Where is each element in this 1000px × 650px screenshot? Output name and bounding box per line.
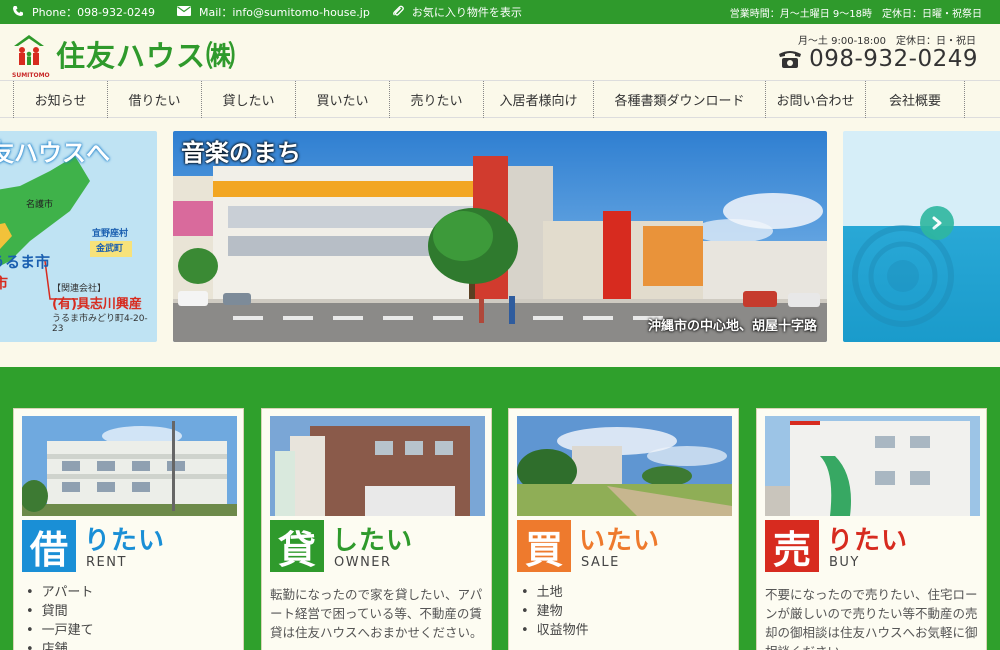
list-item[interactable]: 一戸建て [26, 621, 94, 640]
nav-label: 借りたい [128, 94, 181, 109]
nav-item-rent[interactable]: 借りたい [107, 81, 201, 118]
header-phone-number: 098-932-0249 [809, 46, 978, 72]
card-list: 土地 建物 収益物件 [521, 583, 589, 640]
card-kanji: 買 [517, 520, 571, 572]
paperclip-icon [392, 5, 404, 20]
nav-label: 買いたい [316, 94, 369, 109]
nav-label: お知らせ [34, 94, 87, 109]
nav-item-contact[interactable]: お問い合わせ [765, 81, 865, 118]
card-english-label: SALE [581, 555, 620, 570]
nav-label: 売りたい [410, 94, 463, 109]
nav-item-buy[interactable]: 買いたい [295, 81, 389, 118]
list-item[interactable]: 収益物件 [521, 621, 589, 640]
map-heading: 友ハウスへ [0, 139, 110, 167]
card-kana: したい [332, 526, 414, 556]
map-city-2: 市 [0, 276, 8, 292]
card-description: 不要になったので売りたい、住宅ローンが厳しいので売りたい等不動産の売却の御相談は… [765, 587, 978, 650]
topbar-closed: 定休日：日曜・祝祭日 [882, 8, 982, 20]
card-kanji: 売 [765, 520, 819, 572]
card-rent[interactable]: 借 りたい RENT アパート 貸間 一戸建て 店舗 [13, 408, 244, 650]
card-sale[interactable]: 買 いたい SALE 土地 建物 収益物件 [508, 408, 739, 650]
phone-icon [12, 5, 24, 20]
card-kanji: 借 [22, 520, 76, 572]
card-kana: りたい [84, 526, 166, 556]
slide-caption: 沖縄市の中心地、胡屋十字路 [647, 319, 817, 334]
topbar-mail[interactable]: Mail：info@sumitomo-house.jp [177, 4, 370, 20]
slide-main[interactable]: 音楽のまち 沖縄市の中心地、胡屋十字路 [173, 131, 827, 342]
topbar-phone[interactable]: Phone：098-932-0249 [12, 4, 155, 20]
card-owner[interactable]: 貸 したい OWNER 転勤になったので家を貸したい、アパート経営で困っている等… [261, 408, 492, 650]
card-kana: りたい [827, 526, 909, 556]
site-header: SUMITOMO 住友ハウス㈱ 月～土 9:00-18:00 定休日：日・祝日 … [0, 24, 1000, 80]
service-cards-section: 借 りたい RENT アパート 貸間 一戸建て 店舗 貸 したい OWNER 転… [0, 367, 1000, 650]
list-item[interactable]: 店舗 [26, 640, 94, 650]
topbar-mail-text: Mail：info@sumitomo-house.jp [199, 6, 370, 19]
topbar-phone-text: Phone：098-932-0249 [32, 6, 155, 19]
nav-item-residents[interactable]: 入居者様向け [483, 81, 593, 118]
card-list: アパート 貸間 一戸建て 店舗 [26, 583, 94, 650]
card-description: 転勤になったので家を貸したい、アパート経営で困っている等、不動産の賃貸は住友ハウ… [270, 587, 483, 640]
topbar-favorites[interactable]: お気に入り物件を表示 [392, 4, 522, 20]
related-company: (有)具志川興産 [52, 297, 142, 312]
nav-label: 貸したい [222, 94, 275, 109]
slide-map[interactable]: 友ハウスへ 名護市 宜野座村 金武町 うるま市 市 【関連会社】 (有)具志川興… [0, 131, 157, 342]
nav-item-lend[interactable]: 貸したい [201, 81, 295, 118]
chevron-right-icon [930, 211, 944, 235]
top-info-bar: Phone：098-932-0249 Mail：info@sumitomo-ho… [0, 0, 1000, 24]
topbar-favorites-text: お気に入り物件を表示 [411, 6, 522, 19]
card-kanji: 貸 [270, 520, 324, 572]
related-address: うるま市みどり町4-20-23 [52, 314, 148, 334]
card-photo [270, 416, 485, 516]
main-navigation: お知らせ 借りたい 貸したい 買いたい 売りたい 入居者様向け 各種書類ダウンロ… [0, 80, 1000, 118]
nav-item-sell[interactable]: 売りたい [389, 81, 483, 118]
nav-item-downloads[interactable]: 各種書類ダウンロード [593, 81, 765, 118]
list-item[interactable]: 貸間 [26, 602, 94, 621]
logo-subtitle: SUMITOMO [12, 72, 50, 79]
slider-next-button[interactable] [920, 206, 954, 240]
nav-label: 入居者様向け [499, 94, 578, 109]
nav-item-news[interactable]: お知らせ [13, 81, 107, 118]
list-item[interactable]: アパート [26, 583, 94, 602]
slide-title: 音楽のまち [181, 139, 301, 167]
map-city: うるま市 [0, 253, 51, 271]
card-english-label: RENT [86, 555, 127, 570]
card-photo [765, 416, 980, 516]
nav-label: お問い合わせ [776, 94, 855, 109]
nav-label: 会社概要 [888, 94, 941, 109]
card-buy[interactable]: 売 りたい BUY 不要になったので売りたい、住宅ローンが厳しいので売りたい等不… [756, 408, 987, 650]
image-slider[interactable]: 友ハウスへ 名護市 宜野座村 金武町 うるま市 市 【関連会社】 (有)具志川興… [0, 118, 1000, 367]
map-label: 名護市 [26, 200, 54, 210]
card-photo [517, 416, 732, 516]
list-item[interactable]: 土地 [521, 583, 589, 602]
company-logo-icon[interactable] [12, 32, 46, 72]
card-english-label: OWNER [334, 555, 392, 570]
telephone-icon [777, 48, 803, 70]
mail-icon [177, 5, 191, 19]
map-label: 宜野座村 [92, 229, 129, 239]
nav-item-company[interactable]: 会社概要 [865, 81, 965, 118]
header-hours: 月～土 9:00-18:00 定休日：日・祝日 [797, 36, 976, 47]
nav-label: 各種書類ダウンロード [614, 94, 745, 109]
list-item[interactable]: 建物 [521, 602, 589, 621]
topbar-hours: 営業時間：月～土曜日 9～18時 [729, 8, 872, 20]
map-label: 金武町 [96, 244, 124, 254]
card-kana: いたい [579, 526, 661, 556]
header-phone[interactable]: 098-932-0249 [777, 46, 978, 72]
company-name[interactable]: 住友ハウス㈱ [56, 33, 236, 75]
card-english-label: BUY [829, 555, 860, 570]
card-photo [22, 416, 237, 516]
slide-pool[interactable] [843, 131, 1000, 342]
topbar-business-hours: 営業時間：月～土曜日 9～18時 定休日：日曜・祝祭日 [720, 0, 982, 24]
